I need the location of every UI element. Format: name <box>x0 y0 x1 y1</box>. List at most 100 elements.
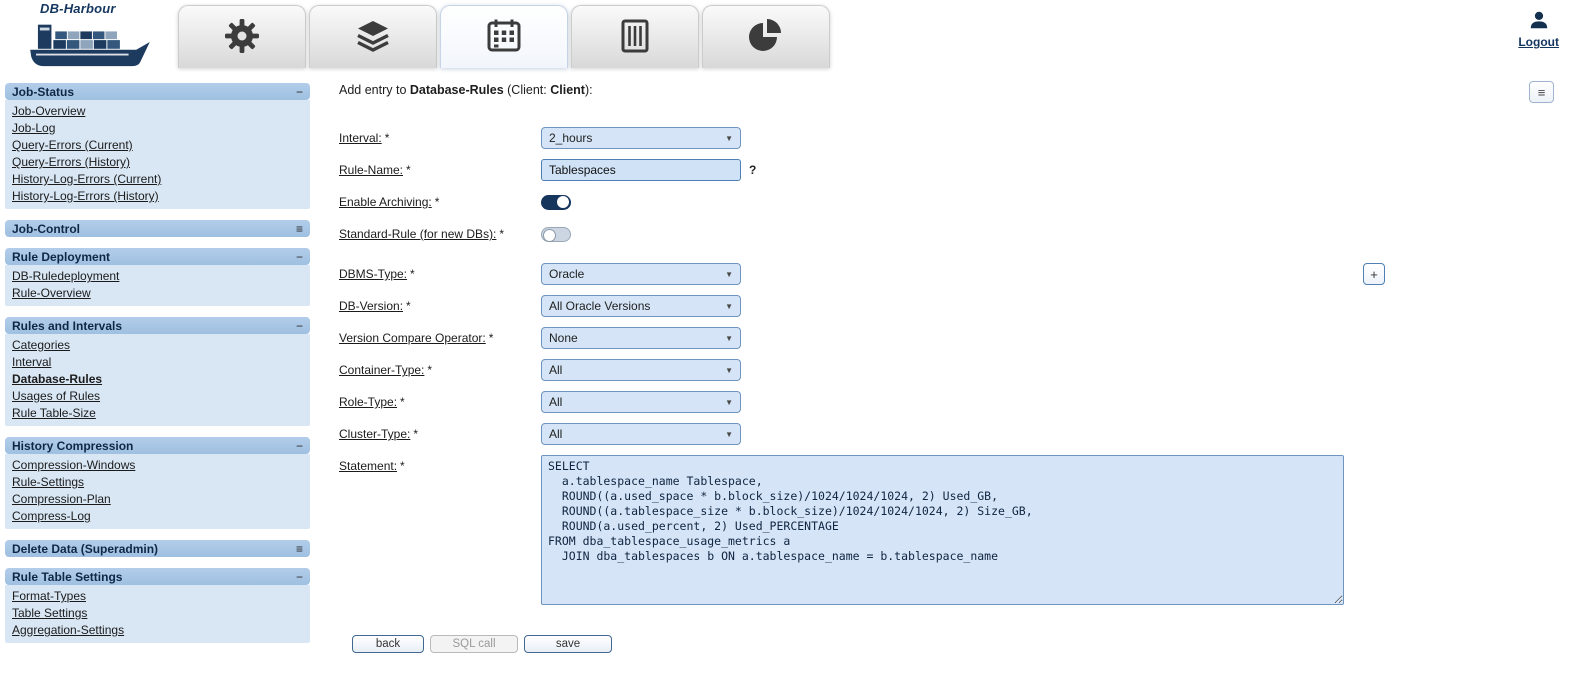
sidebar-item-history-log-errors-history[interactable]: History-Log-Errors (History) <box>5 188 310 205</box>
tab-admin-tools[interactable] <box>178 5 306 68</box>
enable-archiving-toggle[interactable] <box>541 194 571 210</box>
sidebar-item-rule-settings[interactable]: Rule-Settings <box>5 474 310 491</box>
logout-area: Logout <box>1518 9 1559 50</box>
required-marker: * <box>400 395 405 409</box>
collapse-icon[interactable]: − <box>296 251 303 263</box>
database-server-icon <box>615 16 655 59</box>
sidebar-item-table-settings[interactable]: Table Settings <box>5 605 310 622</box>
form-row-standard-rule: Standard-Rule (for new DBs): * <box>339 223 1555 245</box>
db-version-select[interactable]: All Oracle Versions ▼ <box>541 295 741 317</box>
sidebar-item-compression-windows[interactable]: Compression-Windows <box>5 457 310 474</box>
tab-layers[interactable] <box>309 5 437 68</box>
collapse-icon[interactable]: − <box>296 320 303 332</box>
version-compare-operator-value: None <box>549 331 578 345</box>
sidebar-section-header[interactable]: Rules and Intervals − <box>5 317 310 334</box>
sidebar-item-compress-log[interactable]: Compress-Log <box>5 508 310 525</box>
cluster-type-select[interactable]: All ▼ <box>541 423 741 445</box>
sidebar-section-history-compression: History Compression − Compression-Window… <box>5 437 310 529</box>
sidebar-item-history-log-errors-current[interactable]: History-Log-Errors (Current) <box>5 171 310 188</box>
sidebar-section-rules-and-intervals: Rules and Intervals − Categories Interva… <box>5 317 310 426</box>
sidebar-item-categories[interactable]: Categories <box>5 337 310 354</box>
sql-call-button[interactable]: SQL call <box>430 635 518 653</box>
form-row-role-type: Role-Type: * All ▼ <box>339 391 1555 413</box>
save-button[interactable]: save <box>524 635 612 653</box>
help-icon[interactable]: ? <box>749 163 756 177</box>
sidebar-section-header[interactable]: History Compression − <box>5 437 310 454</box>
page-title: Add entry to Database-Rules (Client: Cli… <box>339 83 1555 97</box>
role-type-label: Role-Type: * <box>339 395 405 409</box>
chevron-down-icon: ▼ <box>725 429 733 439</box>
version-compare-operator-label: Version Compare Operator: * <box>339 331 494 345</box>
sidebar-item-query-errors-current[interactable]: Query-Errors (Current) <box>5 137 310 154</box>
db-version-value: All Oracle Versions <box>549 299 651 313</box>
layers-icon <box>353 16 393 59</box>
sidebar-item-job-log[interactable]: Job-Log <box>5 120 310 137</box>
container-type-value: All <box>549 363 563 377</box>
sidebar-section-header[interactable]: Rule Table Settings − <box>5 568 310 585</box>
logout-link[interactable]: Logout <box>1518 35 1559 49</box>
dbms-type-value: Oracle <box>549 267 585 281</box>
form-row-rule-name: Rule-Name:* ? <box>339 159 1555 181</box>
sidebar-section-title: Job-Status <box>12 84 75 99</box>
sidebar-item-query-errors-history[interactable]: Query-Errors (History) <box>5 154 310 171</box>
standard-rule-toggle[interactable] <box>541 226 571 242</box>
required-marker: * <box>410 267 415 281</box>
sidebar-section-header[interactable]: Rule Deployment − <box>5 248 310 265</box>
sidebar-item-db-ruledeployment[interactable]: DB-Ruledeployment <box>5 268 310 285</box>
sidebar-item-database-rules[interactable]: Database-Rules <box>5 371 310 388</box>
collapse-icon[interactable]: − <box>296 86 303 98</box>
sidebar-item-interval[interactable]: Interval <box>5 354 310 371</box>
sidebar-section-header[interactable]: Delete Data (Superadmin) ≡ <box>5 540 310 557</box>
sidebar-item-aggregation-settings[interactable]: Aggregation-Settings <box>5 622 310 639</box>
heading-mid: (Client: <box>503 83 551 97</box>
tab-rules-schedule[interactable] <box>440 5 568 68</box>
version-compare-operator-select[interactable]: None ▼ <box>541 327 741 349</box>
interval-select[interactable]: 2_hours ▼ <box>541 127 741 149</box>
sidebar-item-usages-of-rules[interactable]: Usages of Rules <box>5 388 310 405</box>
form-row-statement: Statement: * SELECT a.tablespace_name Tab… <box>339 455 1555 605</box>
rule-name-label: Rule-Name: * <box>339 163 411 177</box>
sidebar-section-delete-data: Delete Data (Superadmin) ≡ <box>5 540 310 557</box>
role-type-select[interactable]: All ▼ <box>541 391 741 413</box>
db-version-label: DB-Version: * <box>339 299 411 313</box>
chevron-down-icon: ▼ <box>725 397 733 407</box>
expand-icon[interactable]: ≡ <box>296 543 303 555</box>
top-bar: DB-Harbour Logout <box>0 0 1573 70</box>
tab-databases[interactable] <box>571 5 699 68</box>
sidebar-item-rule-table-size[interactable]: Rule Table-Size <box>5 405 310 422</box>
statement-textarea[interactable]: SELECT a.tablespace_name Tablespace, ROU… <box>541 455 1344 605</box>
sidebar-item-compression-plan[interactable]: Compression-Plan <box>5 491 310 508</box>
menu-icon: ≡ <box>1537 84 1546 100</box>
container-type-select[interactable]: All ▼ <box>541 359 741 381</box>
required-marker: * <box>499 227 505 241</box>
expand-icon[interactable]: ≡ <box>296 223 303 235</box>
chevron-down-icon: ▼ <box>725 333 733 343</box>
content: Add entry to Database-Rules (Client: Cli… <box>310 70 1573 673</box>
sidebar-item-job-overview[interactable]: Job-Overview <box>5 103 310 120</box>
form-row-cluster-type: Cluster-Type: * All ▼ <box>339 423 1555 445</box>
rule-name-input[interactable] <box>541 159 741 181</box>
sidebar-section-header[interactable]: Job-Status − <box>5 83 310 100</box>
required-marker: * <box>406 299 411 313</box>
ship-logo-icon <box>26 24 154 73</box>
brand-name: DB-Harbour <box>40 1 116 16</box>
sidebar-section-title: Rule Table Settings <box>12 569 123 584</box>
statement-label: Statement: * <box>339 459 405 473</box>
add-dbms-block-button[interactable]: + <box>1363 263 1385 285</box>
dbms-type-select[interactable]: Oracle ▼ <box>541 263 741 285</box>
tab-reports[interactable] <box>702 5 830 68</box>
sidebar-section-header[interactable]: Job-Control ≡ <box>5 220 310 237</box>
collapse-icon[interactable]: − <box>296 571 303 583</box>
back-button[interactable]: back <box>352 635 424 653</box>
chevron-down-icon: ▼ <box>725 269 733 279</box>
content-menu-button[interactable]: ≡ <box>1529 81 1554 103</box>
dbms-type-label: DBMS-Type: * <box>339 267 415 281</box>
sidebar-section-title: Rule Deployment <box>12 249 111 264</box>
sidebar-item-rule-overview[interactable]: Rule-Overview <box>5 285 310 302</box>
plus-icon: + <box>1370 266 1378 282</box>
sidebar-item-format-types[interactable]: Format-Types <box>5 588 310 605</box>
gear-icon <box>222 16 262 59</box>
required-marker: * <box>413 427 419 441</box>
heading-suffix: ): <box>584 83 593 97</box>
collapse-icon[interactable]: − <box>296 440 303 452</box>
